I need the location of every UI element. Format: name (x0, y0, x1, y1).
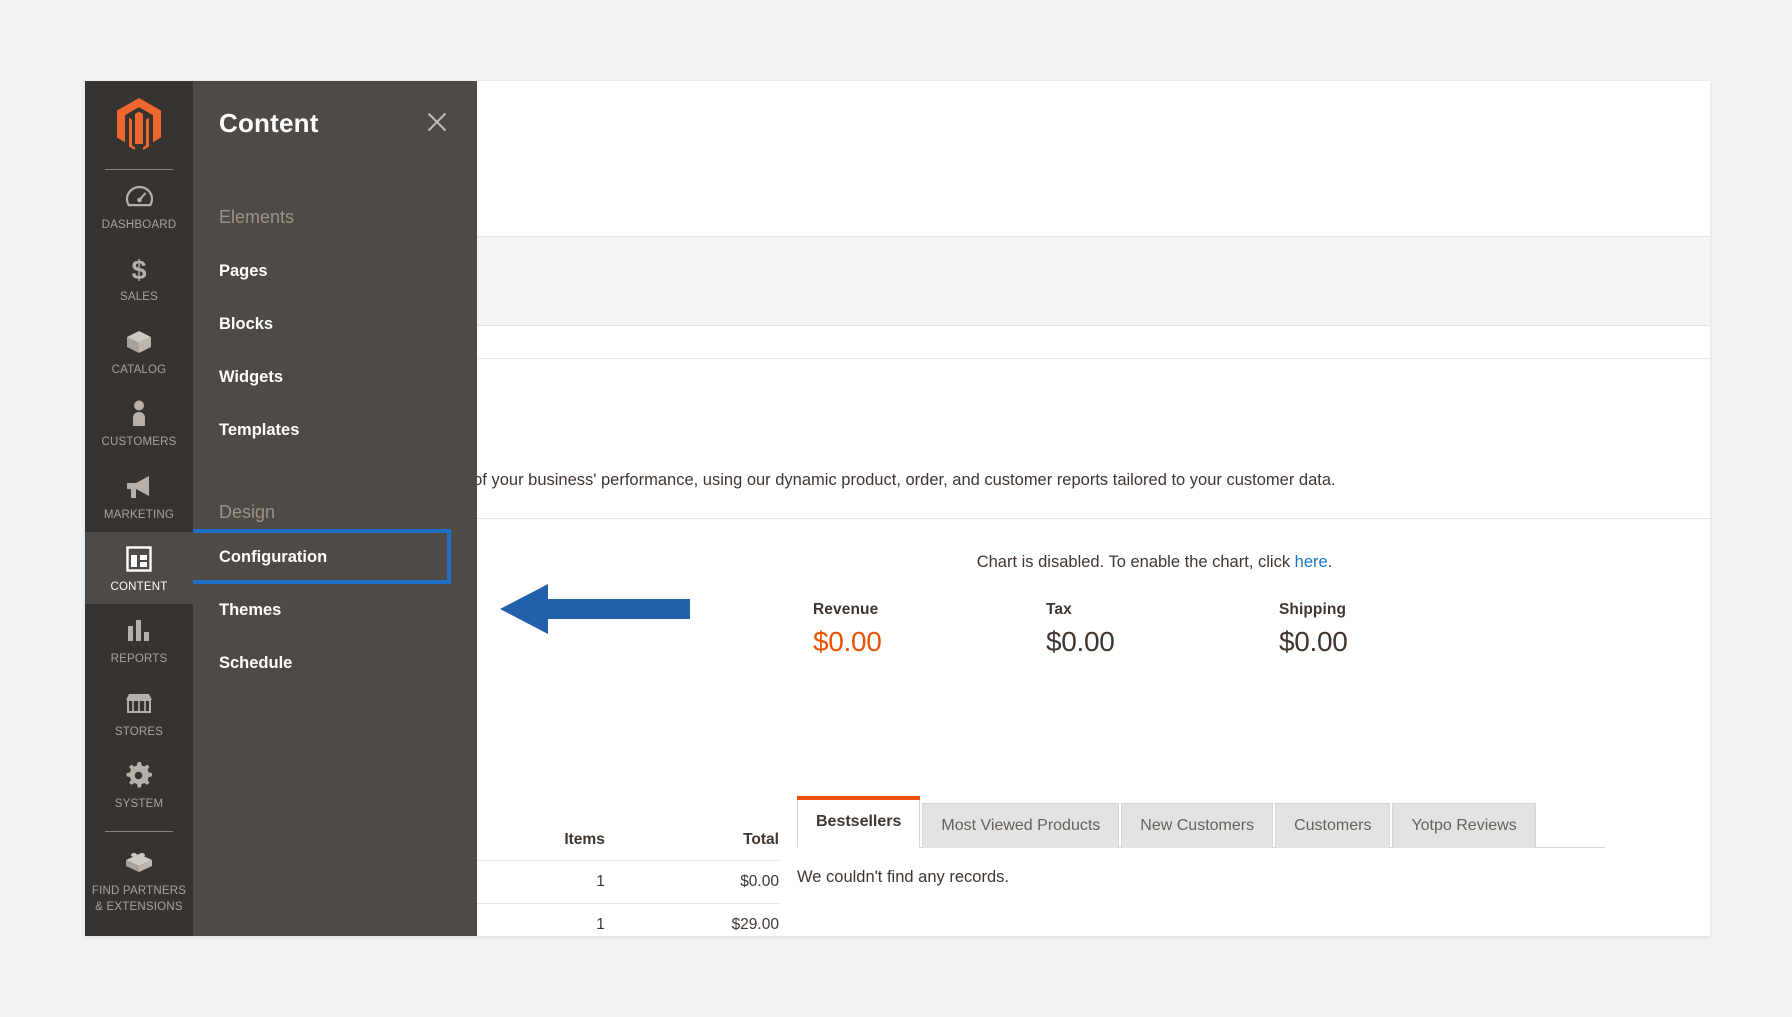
tab-customers-label: Customers (1294, 817, 1372, 834)
empty-state-message: We couldn't find any records. (797, 868, 1009, 886)
dollar-icon: $ (128, 254, 150, 284)
total-shipping: Shipping $0.00 (1279, 601, 1512, 658)
total-shipping-label: Shipping (1278, 601, 1347, 618)
left-pointing-arrow (500, 583, 690, 635)
menu-group-design-title: Design (219, 502, 276, 522)
menu-item-configuration-label: Configuration (219, 548, 328, 566)
sidebar-item-content[interactable]: CONTENT (85, 531, 193, 605)
megaphone-icon (124, 472, 154, 502)
bar-chart-icon (125, 616, 153, 646)
menu-group-elements-title: Elements (219, 207, 295, 227)
sidebar-item-content-label: CONTENT (110, 580, 168, 593)
sidebar-item-reports[interactable]: REPORTS (85, 604, 193, 676)
close-icon[interactable] (423, 108, 451, 136)
tab-customers[interactable]: Customers (1275, 803, 1391, 848)
menu-item-blocks[interactable]: Blocks (193, 314, 477, 334)
sidebar-item-find-partners-extensions[interactable]: FIND PARTNERS & EXTENSIONS (85, 832, 193, 924)
chart-disabled-notice: Chart is disabled. To enable the chart, … (797, 541, 1512, 572)
sidebar-item-marketing[interactable]: MARKETING (85, 460, 193, 532)
menu-item-widgets[interactable]: Widgets (193, 367, 477, 387)
enable-chart-link[interactable]: here (1295, 553, 1328, 571)
total-revenue-label: Revenue (813, 601, 879, 618)
total-tax: Tax $0.00 (1046, 601, 1279, 658)
sidebar-item-customers[interactable]: CUSTOMERS (85, 387, 193, 459)
svg-text:$: $ (131, 255, 146, 284)
layout-icon (126, 544, 152, 574)
screen-root: d of your business' performance, using o… (0, 0, 1792, 1017)
menu-item-pages[interactable]: Pages (193, 261, 477, 281)
flyout-title: Content (219, 108, 319, 138)
sidebar-item-customers-label: CUSTOMERS (101, 436, 177, 449)
total-revenue-value: $0.00 (813, 626, 882, 657)
total-tax-label: Tax (1045, 601, 1072, 618)
bricks-icon (123, 848, 155, 878)
tab-bestsellers[interactable]: Bestsellers (797, 796, 921, 848)
content-flyout-menu: Content Elements Pages Blocks Widgets Te… (167, 81, 477, 936)
dashboard-tabs: Bestsellers Most Viewed Products New Cus… (797, 796, 1605, 848)
menu-item-schedule[interactable]: Schedule (193, 653, 477, 673)
sidebar-item-catalog[interactable]: CATALOG (85, 315, 193, 387)
sidebar-item-sales[interactable]: $ SALES (85, 242, 193, 314)
sidebar-item-find-partners-label-2: & EXTENSIONS (95, 900, 183, 913)
cell-total: $0.00 (740, 873, 779, 890)
menu-item-templates[interactable]: Templates (193, 420, 477, 440)
chart-notice-period: . (1327, 553, 1333, 571)
totals-row: Revenue $0.00 Tax $0.00 Shipping $0.00 (797, 601, 1512, 658)
gear-icon (125, 761, 153, 791)
sidebar-item-stores-label: STORES (114, 725, 164, 738)
chart-notice-text: Chart is disabled. To enable the chart, … (976, 553, 1295, 571)
magento-logo[interactable] (85, 81, 193, 169)
gauge-icon (125, 182, 153, 212)
sidebar-item-dashboard-label: DASHBOARD (101, 219, 177, 231)
person-icon (130, 399, 148, 429)
cell-total: $29.00 (731, 916, 779, 933)
menu-item-themes[interactable]: Themes (193, 600, 477, 620)
flyout-header: Content (193, 81, 477, 139)
column-header-total: Total (743, 831, 779, 848)
sidebar-item-dashboard[interactable]: DASHBOARD (85, 170, 193, 242)
admin-sidebar: DASHBOARD $ SALES CATALOG CUSTOMERS MARK… (85, 81, 193, 936)
tab-new-customers-label: New Customers (1140, 817, 1255, 834)
sidebar-item-catalog-label: CATALOG (111, 363, 167, 376)
sidebar-item-reports-label: REPORTS (110, 653, 168, 666)
box-icon (125, 327, 153, 357)
sidebar-item-sales-label: SALES (119, 291, 159, 304)
sidebar-item-stores[interactable]: STORES (85, 677, 193, 749)
tab-yotpo-reviews[interactable]: Yotpo Reviews (1392, 803, 1536, 848)
menu-item-configuration[interactable]: Configuration (167, 529, 477, 584)
sidebar-item-system-label: SYSTEM (114, 798, 164, 810)
sidebar-item-find-partners-label-1: FIND PARTNERS (91, 885, 187, 898)
sidebar-item-marketing-label: MARKETING (103, 508, 175, 521)
admin-window: d of your business' performance, using o… (85, 81, 1710, 936)
tab-most-viewed-products-label: Most Viewed Products (941, 817, 1101, 834)
total-tax-value: $0.00 (1045, 626, 1115, 657)
tab-yotpo-reviews-label: Yotpo Reviews (1411, 817, 1517, 834)
sidebar-item-system[interactable]: SYSTEM (85, 749, 193, 821)
tab-most-viewed-products[interactable]: Most Viewed Products (922, 803, 1120, 848)
total-shipping-value: $0.00 (1278, 626, 1348, 657)
tab-bestsellers-label: Bestsellers (816, 812, 902, 830)
total-revenue: Revenue $0.00 (813, 601, 1046, 658)
dashboard-right-column: Chart is disabled. To enable the chart, … (797, 541, 1512, 658)
storefront-icon (124, 689, 154, 719)
tab-new-customers[interactable]: New Customers (1121, 803, 1274, 848)
